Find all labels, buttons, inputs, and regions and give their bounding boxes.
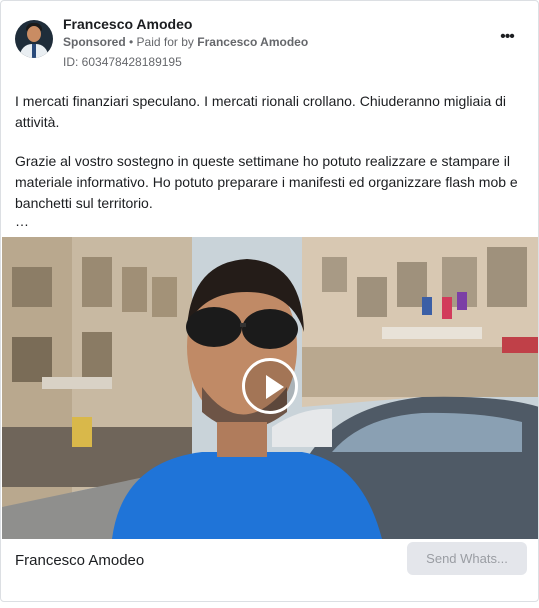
sunglasses-bridge — [240, 323, 246, 327]
post-text: I mercati finanziari speculano. I mercat… — [15, 91, 525, 228]
more-options-icon[interactable]: ••• — [497, 29, 517, 45]
sunglasses-right — [242, 309, 298, 349]
balcony — [382, 327, 482, 339]
window — [12, 267, 52, 307]
window — [82, 257, 112, 307]
paid-for-prefix: • Paid for by — [129, 35, 194, 49]
paid-for-name: Francesco Amodeo — [197, 35, 309, 49]
window — [122, 267, 147, 312]
advertiser-name[interactable]: Francesco Amodeo — [63, 16, 192, 32]
window — [82, 332, 112, 377]
shop-sign-red — [502, 337, 538, 353]
window — [322, 257, 347, 292]
send-whatsapp-button[interactable]: Send Whats... — [407, 542, 527, 575]
right-storefronts — [302, 347, 538, 397]
window — [152, 277, 177, 317]
post-paragraph-1: I mercati finanziari speculano. I mercat… — [15, 93, 507, 130]
awning — [42, 377, 112, 389]
video-play-button[interactable] — [242, 358, 298, 414]
sponsored-label: Sponsored — [63, 35, 126, 49]
play-icon — [266, 375, 284, 399]
advertiser-avatar[interactable] — [15, 20, 53, 58]
shop-sign — [72, 417, 92, 447]
window — [357, 277, 387, 317]
avatar-tie — [32, 44, 36, 58]
person-neck — [217, 422, 267, 457]
see-more-ellipsis[interactable]: … — [15, 214, 525, 228]
post-paragraph-2: Grazie al vostro sostegno in queste sett… — [15, 153, 518, 211]
sponsored-line: Sponsored • Paid for by Francesco Amodeo — [63, 35, 308, 49]
ad-id: ID: 603478428189195 — [63, 55, 182, 69]
link-title[interactable]: Francesco Amodeo — [15, 552, 144, 569]
sunglasses-left — [186, 307, 242, 347]
window — [487, 247, 527, 307]
laundry — [422, 297, 432, 315]
laundry — [457, 292, 467, 310]
laundry — [442, 297, 452, 319]
avatar-face — [27, 26, 41, 42]
window — [12, 337, 52, 382]
ad-card: Francesco Amodeo Sponsored • Paid for by… — [0, 0, 539, 602]
